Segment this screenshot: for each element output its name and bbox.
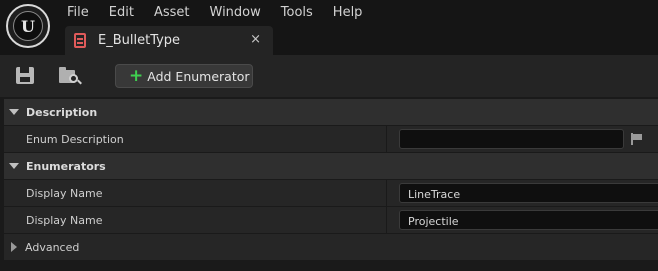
property-label: Enum Description bbox=[26, 132, 124, 146]
toolbar: + Add Enumerator bbox=[0, 55, 658, 97]
category-label: Description bbox=[26, 105, 98, 119]
search-icon bbox=[69, 74, 78, 83]
tab-label: E_BulletType bbox=[98, 33, 181, 48]
details-panel: Description Enum Description Enumerators… bbox=[0, 97, 658, 271]
menu-asset[interactable]: Asset bbox=[144, 0, 200, 24]
property-row-display-name: Display Name bbox=[4, 180, 658, 206]
category-advanced[interactable]: Advanced bbox=[4, 234, 658, 260]
logo-letter: U bbox=[13, 11, 43, 41]
column-splitter[interactable] bbox=[386, 180, 387, 206]
title-bar: U File Edit Asset Window Tools Help E_Bu… bbox=[0, 0, 658, 55]
enum-description-input[interactable] bbox=[399, 129, 624, 149]
property-row-display-name: Display Name bbox=[4, 207, 658, 233]
menu-bar: File Edit Asset Window Tools Help bbox=[57, 0, 372, 24]
chevron-down-icon bbox=[9, 109, 19, 115]
category-label: Enumerators bbox=[26, 159, 106, 173]
menu-help[interactable]: Help bbox=[323, 0, 373, 24]
tab-e-bullettype[interactable]: E_BulletType × bbox=[65, 26, 273, 55]
column-splitter[interactable] bbox=[386, 207, 387, 233]
unreal-logo-icon[interactable]: U bbox=[6, 4, 50, 48]
save-icon[interactable] bbox=[16, 67, 34, 84]
add-enumerator-button[interactable]: + Add Enumerator bbox=[115, 64, 253, 88]
display-name-input[interactable] bbox=[399, 210, 658, 230]
close-icon[interactable]: × bbox=[250, 32, 261, 47]
menu-file[interactable]: File bbox=[57, 0, 99, 24]
property-label: Display Name bbox=[26, 213, 103, 227]
enum-asset-icon bbox=[74, 33, 86, 48]
property-label: Display Name bbox=[26, 186, 103, 200]
menu-edit[interactable]: Edit bbox=[99, 0, 144, 24]
browse-asset-icon[interactable] bbox=[59, 67, 82, 85]
category-description[interactable]: Description bbox=[4, 99, 658, 125]
menu-window[interactable]: Window bbox=[200, 0, 271, 24]
flag-icon[interactable] bbox=[631, 133, 642, 145]
advanced-label: Advanced bbox=[25, 240, 80, 254]
property-row-enum-description: Enum Description bbox=[4, 126, 658, 152]
chevron-down-icon bbox=[9, 163, 19, 169]
chevron-right-icon bbox=[11, 242, 17, 252]
category-enumerators[interactable]: Enumerators bbox=[4, 153, 658, 179]
display-name-input[interactable] bbox=[399, 183, 658, 203]
add-enumerator-label: Add Enumerator bbox=[147, 68, 250, 84]
plus-icon: + bbox=[129, 65, 144, 86]
column-splitter[interactable] bbox=[386, 126, 387, 152]
menu-tools[interactable]: Tools bbox=[271, 0, 323, 24]
